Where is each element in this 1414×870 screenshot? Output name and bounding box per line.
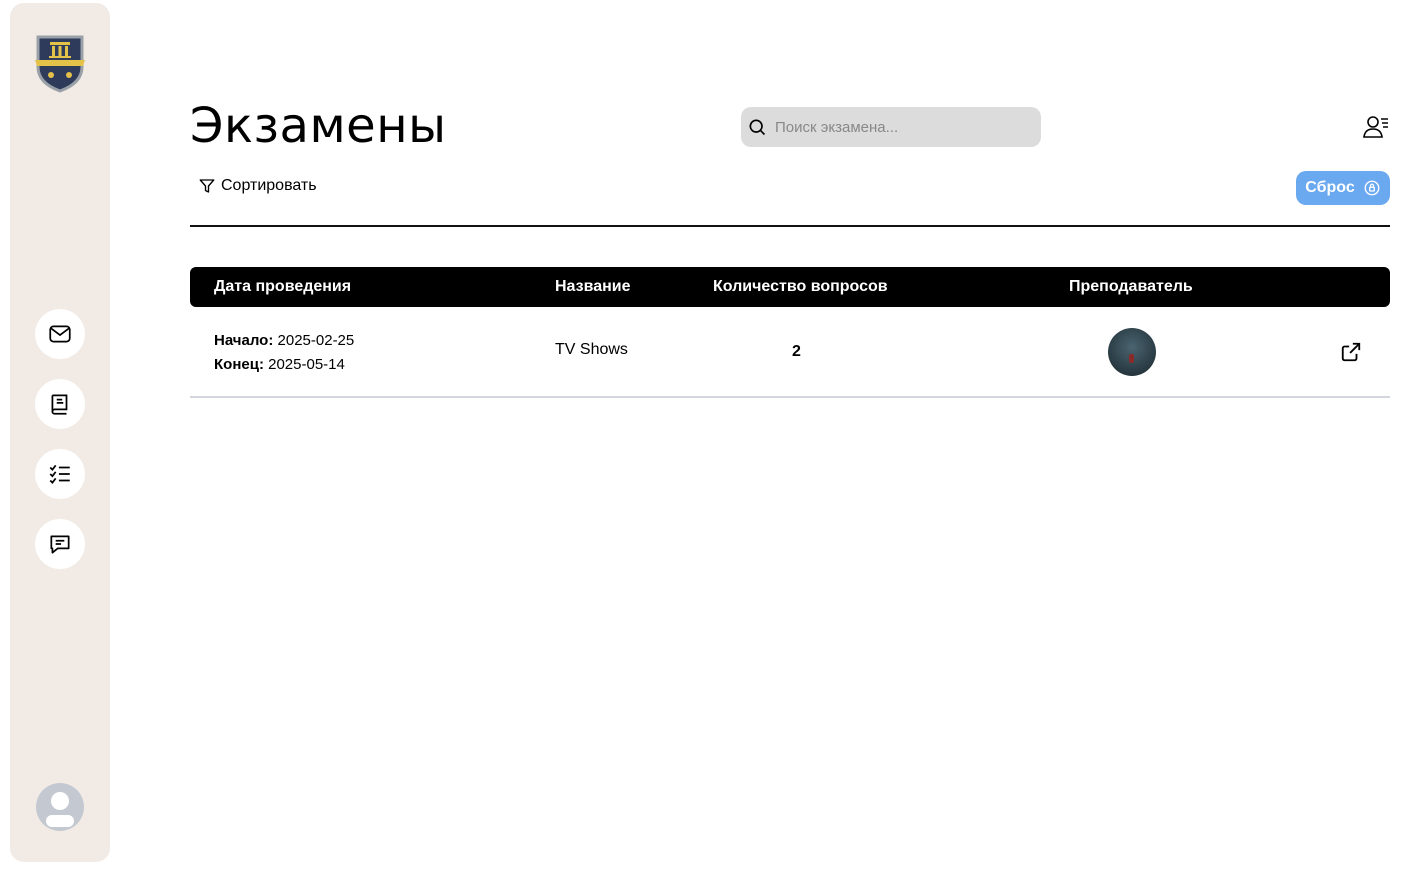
sidebar bbox=[10, 3, 110, 862]
profile-avatar[interactable] bbox=[36, 783, 84, 831]
teacher-avatar[interactable] bbox=[1108, 328, 1156, 376]
column-header-teacher[interactable]: Преподаватель bbox=[1069, 278, 1193, 296]
column-header-date[interactable]: Дата проведения bbox=[214, 278, 351, 296]
checklist-icon bbox=[49, 464, 70, 484]
column-header-name[interactable]: Название bbox=[555, 278, 631, 296]
search-bar bbox=[741, 107, 1041, 147]
sidebar-item-chat[interactable] bbox=[35, 519, 85, 569]
university-logo[interactable] bbox=[34, 33, 86, 93]
table-header: Дата проведения Название Количество вопр… bbox=[190, 267, 1390, 307]
sidebar-item-book[interactable] bbox=[35, 379, 85, 429]
start-date: 2025-02-25 bbox=[277, 332, 355, 349]
start-label: Начало: bbox=[214, 332, 274, 349]
sort-label: Сортировать bbox=[221, 177, 317, 194]
book-icon bbox=[51, 394, 68, 415]
reset-label: Сброс bbox=[1305, 179, 1355, 196]
reset-button[interactable]: Сброс bbox=[1296, 171, 1390, 205]
end-date: 2025-05-14 bbox=[268, 356, 345, 373]
page-title: Экзамены bbox=[190, 98, 447, 154]
reset-icon bbox=[1364, 180, 1380, 196]
user-list-icon[interactable] bbox=[1362, 113, 1390, 141]
column-header-questions[interactable]: Количество вопросов bbox=[713, 278, 888, 296]
sidebar-item-checklist[interactable] bbox=[35, 449, 85, 499]
sort-button[interactable]: Сортировать bbox=[198, 177, 317, 195]
end-label: Конец: bbox=[214, 356, 264, 373]
filter-icon bbox=[199, 179, 215, 193]
user-icon bbox=[46, 792, 74, 827]
search-icon bbox=[749, 119, 766, 136]
search-input[interactable] bbox=[775, 118, 1025, 136]
external-link-icon bbox=[1341, 342, 1361, 362]
question-count: 2 bbox=[792, 343, 801, 360]
table-row[interactable]: Начало: 2025-02-25 Конец: 2025-05-14 TV … bbox=[190, 307, 1390, 398]
mail-icon bbox=[49, 325, 71, 343]
header-divider bbox=[190, 225, 1390, 227]
chat-icon bbox=[50, 535, 70, 554]
exam-dates: Начало: 2025-02-25 Конец: 2025-05-14 bbox=[214, 329, 354, 377]
sidebar-item-mail[interactable] bbox=[35, 309, 85, 359]
exam-name: TV Shows bbox=[555, 341, 628, 358]
open-exam-button[interactable] bbox=[1340, 341, 1362, 363]
